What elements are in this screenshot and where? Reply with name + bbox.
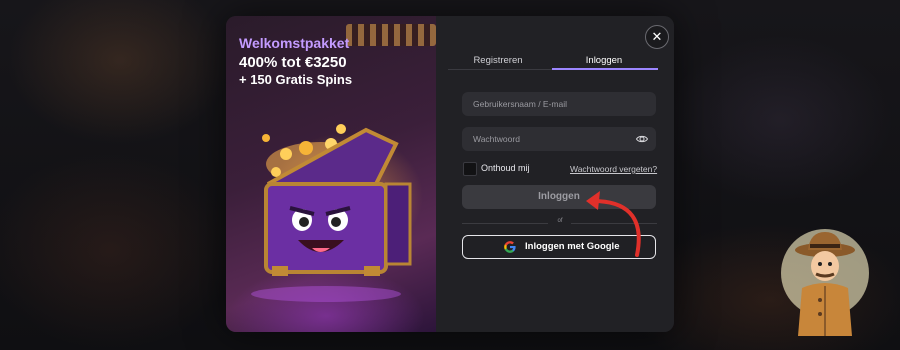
detective-mascot-illustration [781, 229, 869, 336]
tab-registreren[interactable]: Registreren [446, 55, 550, 66]
google-icon [504, 241, 516, 253]
promo-offer: 400% tot €3250 [239, 54, 347, 71]
username-input[interactable] [462, 92, 656, 116]
or-separator: of [557, 218, 563, 224]
divider-right [571, 223, 657, 224]
username-field [462, 92, 656, 116]
active-tab-indicator [552, 68, 658, 70]
close-icon: ✕ [651, 29, 663, 44]
promo-title: Welkomstpakket [239, 35, 350, 51]
remember-me-label: Onthoud mij [481, 163, 530, 173]
eye-icon[interactable] [636, 133, 648, 145]
tab-inloggen[interactable]: Inloggen [552, 55, 656, 66]
treasure-chest-illustration [251, 124, 412, 302]
google-login-button[interactable]: Inloggen met Google [462, 235, 656, 259]
close-button[interactable]: ✕ [645, 25, 669, 49]
password-input[interactable] [462, 127, 656, 151]
welcome-promo-banner: Welkomstpakket 400% tot €3250 + 150 Grat… [226, 16, 436, 332]
forgot-password-link[interactable]: Wachtwoord vergeten? [570, 164, 657, 174]
login-button[interactable]: Inloggen [462, 185, 656, 209]
divider-left [462, 223, 548, 224]
slot-sign-decoration [346, 24, 436, 46]
promo-spins: + 150 Gratis Spins [239, 72, 353, 87]
google-login-label: Inloggen met Google [525, 241, 620, 252]
password-field [462, 127, 656, 151]
remember-me-checkbox[interactable] [463, 162, 477, 176]
